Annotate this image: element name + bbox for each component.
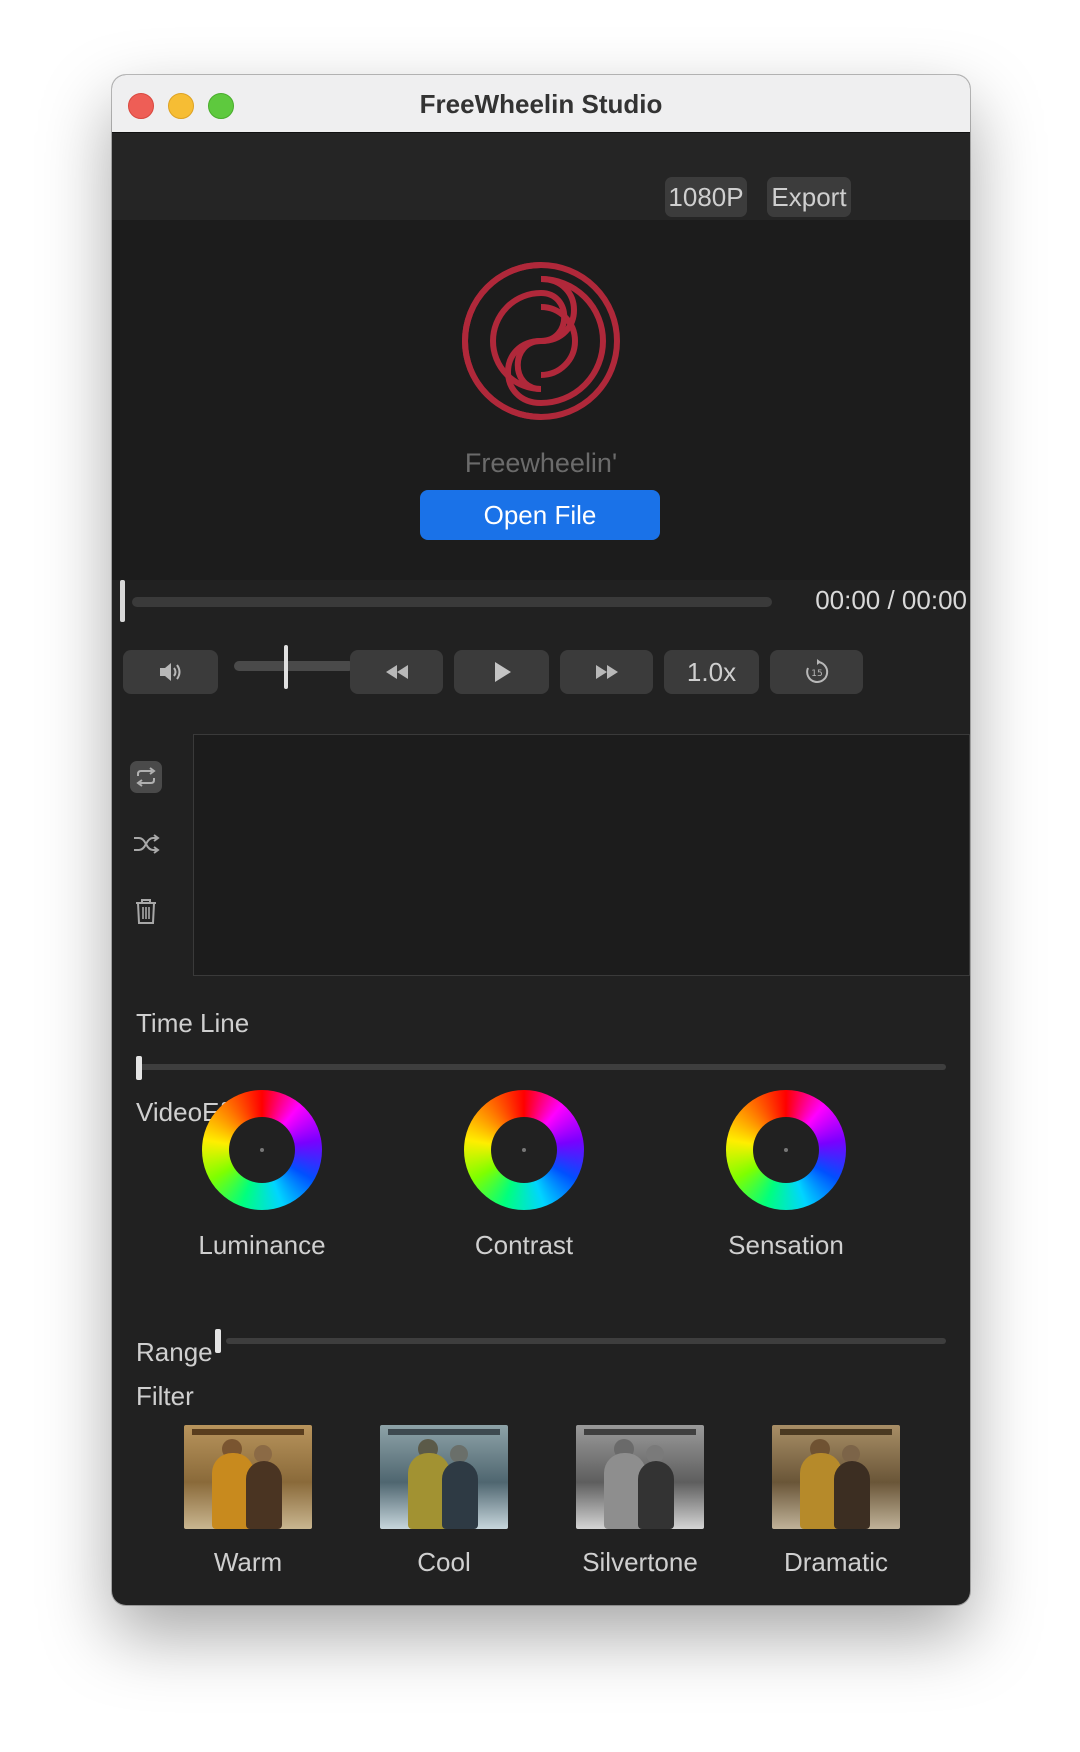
loop-icon [136,767,156,787]
seek-slider-thumb[interactable] [120,580,125,622]
fast-forward-button[interactable] [560,650,653,694]
mute-button[interactable] [123,650,218,694]
filter-dramatic-thumbnail[interactable] [772,1425,900,1529]
volume-slider[interactable] [234,661,354,671]
playlist-panel[interactable] [193,734,970,976]
range-slider-thumb[interactable] [215,1329,221,1353]
timeline-label: Time Line [136,1008,250,1038]
fast-forward-icon [595,665,618,679]
contrast-color-wheel[interactable] [464,1090,584,1210]
delete-button[interactable] [130,895,162,927]
video-preview: Freewheelin' Open File [112,220,970,580]
title-bar: FreeWheelin Studio [112,75,970,133]
sensation-color-wheel[interactable] [726,1090,846,1210]
luminance-wheel-handle[interactable] [260,1148,264,1152]
speaker-icon [159,663,180,681]
shuffle-icon [134,834,160,854]
replay-15-icon: 15 [805,659,828,683]
resolution-button[interactable]: 1080P [665,177,747,217]
filter-cool-label: Cool [417,1547,471,1577]
export-button[interactable]: Export [767,177,851,217]
filter-cool-thumbnail[interactable] [380,1425,508,1529]
brand-name: Freewheelin' [464,448,618,478]
replay-15-button[interactable]: 15 [770,650,863,694]
trash-icon [136,899,156,924]
freewheelin-logo-icon [462,262,620,420]
luminance-color-wheel[interactable] [202,1090,322,1210]
sensation-wheel-handle[interactable] [784,1148,788,1152]
filter-label: Filter [136,1381,194,1411]
filter-warm-label: Warm [213,1547,283,1577]
filter-cool[interactable]: Cool [364,1425,524,1578]
open-file-button[interactable]: Open File [420,490,660,540]
filter-silvertone-label: Silvertone [582,1547,698,1577]
rewind-icon [385,665,408,679]
window-title: FreeWheelin Studio [419,89,663,119]
seek-slider[interactable] [132,597,772,607]
filter-silvertone-thumbnail[interactable] [576,1425,704,1529]
shuffle-button[interactable] [130,828,162,860]
rewind-button[interactable] [350,650,443,694]
timeline-slider[interactable] [136,1064,946,1070]
app-window: FreeWheelin Studio 1080P Export Freewhee… [112,75,970,1605]
sensation-label: Sensation [728,1230,844,1260]
filter-dramatic-label: Dramatic [783,1547,888,1577]
play-button[interactable] [454,650,549,694]
filter-warm-thumbnail[interactable] [184,1425,312,1529]
range-label: Range [136,1337,213,1367]
volume-slider-thumb[interactable] [283,645,288,689]
sensation-wheel-group: Sensation [686,1090,886,1261]
luminance-wheel-group: Luminance [162,1090,362,1261]
contrast-wheel-handle[interactable] [522,1148,526,1152]
time-display: 00:00 / 00:00 [815,585,967,615]
play-icon [494,662,511,682]
filter-silvertone[interactable]: Silvertone [560,1425,720,1578]
luminance-label: Luminance [198,1230,326,1260]
loop-button[interactable] [130,761,162,793]
contrast-wheel-group: Contrast [424,1090,624,1261]
range-slider[interactable] [226,1338,946,1344]
filter-warm[interactable]: Warm [168,1425,328,1578]
filter-dramatic[interactable]: Dramatic [756,1425,916,1578]
contrast-label: Contrast [474,1230,574,1260]
timeline-slider-thumb[interactable] [136,1056,142,1080]
replay-15-number: 15 [811,669,822,679]
playback-speed-button[interactable]: 1.0x [664,650,759,694]
